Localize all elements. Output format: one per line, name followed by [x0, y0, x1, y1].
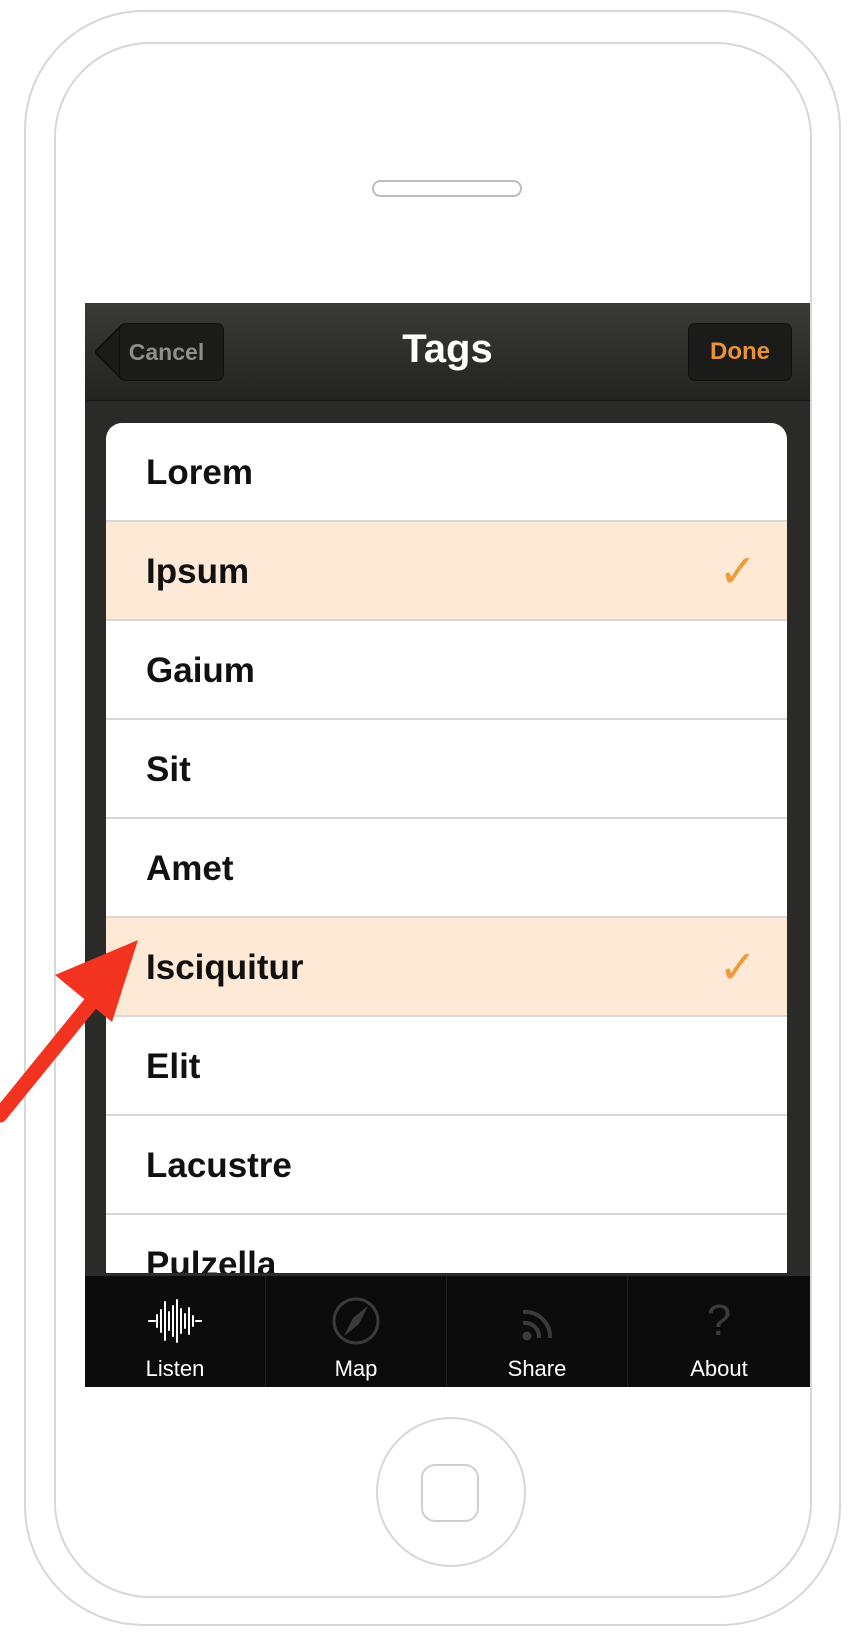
annotation-arrow — [0, 940, 138, 1123]
